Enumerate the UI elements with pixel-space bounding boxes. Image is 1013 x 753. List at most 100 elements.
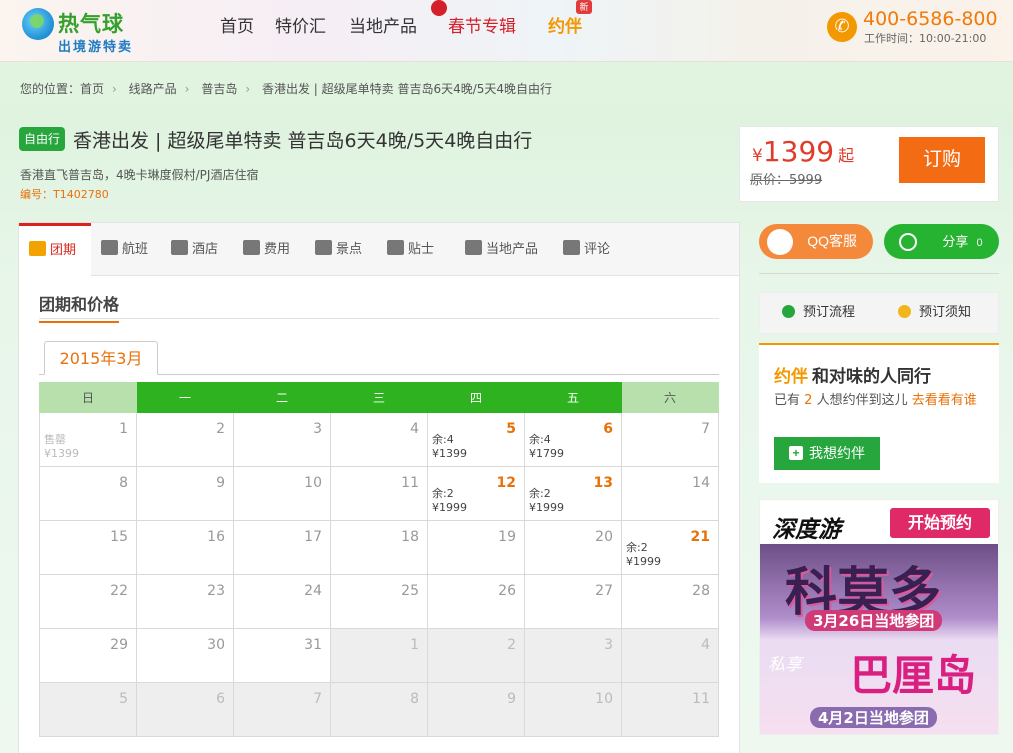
- seats-left: 余:4: [529, 433, 551, 446]
- calendar-day: 30: [136, 628, 234, 683]
- day-number: 5: [506, 421, 516, 437]
- nav-deals[interactable]: 特价汇: [275, 12, 326, 37]
- new-badge: 新: [576, 0, 592, 14]
- day-number: 11: [401, 475, 419, 491]
- tab-cost[interactable]: 费用: [243, 223, 290, 276]
- qq-service-button[interactable]: QQ客服: [759, 224, 873, 259]
- calendar-day-available[interactable]: 5 余:4 ¥1399: [427, 412, 525, 467]
- breadcrumb-products[interactable]: 线路产品: [129, 82, 177, 96]
- yueban-button-label: 我想约伴: [809, 445, 865, 461]
- phone-icon: ✆: [827, 12, 857, 42]
- detail-tabs: 团期 航班 酒店 费用 景点 贴士 当地产品 评论: [19, 223, 739, 277]
- calendar-week-row: 1 售罄 ¥1399 2 3 4 5 余:4 ¥1399 6 余:4 ¥1799 7: [39, 412, 719, 467]
- bed-icon: [171, 240, 188, 255]
- nav-yueban[interactable]: 约伴: [548, 12, 582, 37]
- working-hours: 工作时间：10:00-21:00: [864, 32, 987, 45]
- yueban-button[interactable]: + 我想约伴: [774, 437, 880, 470]
- tab-schedule[interactable]: 团期: [19, 223, 91, 277]
- balloon-logo-icon: [22, 8, 54, 40]
- day-price: ¥1399: [432, 447, 467, 460]
- weekday-header: 六: [621, 382, 719, 413]
- tab-label: 贴士: [408, 242, 435, 257]
- banner-date-1: 3月26日当地参团: [805, 610, 943, 631]
- tab-label: 航班: [122, 242, 149, 257]
- tips-icon: [387, 240, 404, 255]
- yueban-title: 约伴 和对味的人同行: [774, 362, 931, 387]
- price-calendar: 日一二三四五六 1 售罄 ¥1399 2 3 4 5 余:4 ¥1399 6 余:4 ¥1799 7 8 9…: [39, 382, 719, 737]
- tab-flight[interactable]: 航班: [101, 223, 148, 276]
- product-subtitle: 香港直飞普吉岛，4晚卡琳度假村/PJ酒店住宿: [20, 168, 259, 182]
- day-number: 20: [595, 529, 613, 545]
- calendar-day-available[interactable]: 13 余:2 ¥1999: [524, 466, 622, 521]
- tab-tips[interactable]: 贴士: [387, 223, 434, 276]
- day-number: 2: [507, 637, 516, 653]
- day-number: 9: [216, 475, 225, 491]
- day-number: 3: [313, 421, 322, 437]
- tab-reviews[interactable]: 评论: [563, 223, 610, 276]
- calendar-day-available[interactable]: 12 余:2 ¥1999: [427, 466, 525, 521]
- nav-home[interactable]: 首页: [220, 12, 254, 37]
- month-tab[interactable]: 2015年3月: [44, 341, 158, 375]
- day-number: 16: [207, 529, 225, 545]
- calendar-day: 20: [524, 520, 622, 575]
- calendar-day: 9: [427, 682, 525, 737]
- calendar-day: 27: [524, 574, 622, 629]
- price-currency: ¥: [752, 146, 763, 166]
- booking-process-link[interactable]: 预订流程: [782, 293, 855, 333]
- calendar-day: 6: [136, 682, 234, 737]
- booking-notice-link[interactable]: 预订须知: [898, 293, 971, 333]
- day-number: 13: [593, 475, 613, 491]
- calendar-day: 25: [330, 574, 428, 629]
- info-icon: [782, 305, 795, 318]
- calendar-day: 4: [330, 412, 428, 467]
- nav-spring-festival[interactable]: 春节专辑: [448, 12, 516, 37]
- tab-attractions[interactable]: 景点: [315, 223, 362, 276]
- day-number: 14: [692, 475, 710, 491]
- day-number: 27: [595, 583, 613, 599]
- logo-name: 热气球: [58, 12, 124, 36]
- calendar-day-available[interactable]: 6 余:4 ¥1799: [524, 412, 622, 467]
- calendar-header-row: 日一二三四五六: [39, 382, 719, 413]
- calendar-day: 1: [330, 628, 428, 683]
- calendar-day: 17: [233, 520, 331, 575]
- day-number: 23: [207, 583, 225, 599]
- tab-label: 评论: [584, 242, 611, 257]
- calendar-day: 18: [330, 520, 428, 575]
- calendar-day-available[interactable]: 21 余:2 ¥1999: [621, 520, 719, 575]
- yueban-see-link[interactable]: 去看看有谁: [912, 393, 977, 408]
- calendar-week-row: 8 9 10 11 12 余:2 ¥1999 13 余:2 ¥1999 14: [39, 466, 719, 521]
- yueban-brand: 约伴: [774, 367, 808, 387]
- breadcrumb-home[interactable]: 您的位置：首页: [20, 82, 104, 96]
- logo[interactable]: 热气球 出境游特卖: [22, 6, 152, 56]
- day-number: 8: [410, 691, 419, 707]
- day-number: 17: [304, 529, 322, 545]
- seats-left: 余:4: [432, 433, 454, 446]
- sold-out-label: 售罄: [44, 433, 66, 446]
- day-number: 31: [304, 637, 322, 653]
- day-number: 21: [690, 529, 710, 545]
- breadcrumb: 您的位置：首页 › 线路产品 › 普吉岛 › 香港出发 | 超级尾单特卖 普吉岛6天4…: [20, 80, 558, 97]
- tab-local-products[interactable]: 当地产品: [465, 223, 538, 276]
- seats-left: 余:2: [626, 541, 648, 554]
- day-number: 26: [498, 583, 516, 599]
- calendar-day: 8: [330, 682, 428, 737]
- day-number: 12: [496, 475, 516, 491]
- day-number: 10: [595, 691, 613, 707]
- tab-label: 当地产品: [486, 242, 539, 257]
- promo-banner[interactable]: 深度游 开始预约 科莫多 3月26日当地参团 私享 巴厘岛 4月2日当地参团: [759, 499, 999, 735]
- calendar-day: 2: [136, 412, 234, 467]
- day-number: 2: [216, 421, 225, 437]
- share-label: 分享: [942, 234, 969, 249]
- tab-hotel[interactable]: 酒店: [171, 223, 218, 276]
- banner-destination-2: 巴厘岛: [850, 651, 977, 700]
- breadcrumb-phuket[interactable]: 普吉岛: [201, 82, 237, 96]
- day-number: 24: [304, 583, 322, 599]
- seats-left: 余:2: [432, 487, 454, 500]
- calendar-day: 24: [233, 574, 331, 629]
- order-button[interactable]: 订购: [899, 137, 985, 183]
- nav-local-products[interactable]: 当地产品: [349, 12, 417, 37]
- share-count: 0: [976, 237, 983, 249]
- share-icon: [899, 233, 917, 251]
- share-button[interactable]: 分享 0: [884, 224, 999, 259]
- booking-process-label: 预订流程: [803, 305, 856, 320]
